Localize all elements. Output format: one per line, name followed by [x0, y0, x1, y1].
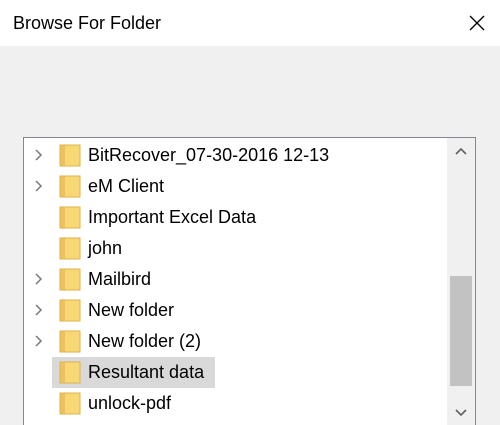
vertical-scrollbar[interactable]	[447, 138, 475, 425]
folder-icon	[59, 174, 81, 198]
folder-icon	[59, 391, 81, 415]
dialog-title: Browse For Folder	[13, 13, 162, 33]
tree-item[interactable]: New folder (2)	[24, 326, 448, 357]
folder-icon	[59, 143, 81, 167]
tree-item-label: New folder (2)	[88, 331, 202, 351]
tree-item-label: john	[88, 238, 123, 258]
folder-icon	[59, 360, 81, 384]
tree-item-label: Important Excel Data	[88, 207, 257, 227]
scroll-up-button[interactable]	[447, 138, 475, 164]
scroll-down-button[interactable]	[447, 400, 475, 425]
chevron-right-icon[interactable]	[32, 272, 46, 286]
close-icon	[469, 15, 485, 31]
folder-icon	[59, 236, 81, 260]
folder-tree-list: BitRecover_07-30-2016 12-13 eM Client Impo…	[24, 138, 448, 425]
tree-item[interactable]: Resultant data	[24, 357, 448, 388]
folder-tree-view[interactable]: BitRecover_07-30-2016 12-13 eM Client Impo…	[23, 137, 476, 425]
tree-item[interactable]: New folder	[24, 295, 448, 326]
title-bar: Browse For Folder	[0, 0, 500, 46]
tree-item-label: Mailbird	[88, 269, 152, 289]
tree-item[interactable]: Important Excel Data	[24, 202, 448, 233]
folder-icon	[59, 205, 81, 229]
folder-icon	[59, 267, 81, 291]
tree-item[interactable]: unlock-pdf	[24, 388, 448, 419]
chevron-up-icon	[455, 147, 467, 155]
tree-item-label: New folder	[88, 300, 175, 320]
tree-item[interactable]: eM Client	[24, 171, 448, 202]
tree-item-label: eM Client	[88, 176, 165, 196]
chevron-right-icon[interactable]	[32, 334, 46, 348]
tree-item-label: BitRecover_07-30-2016 12-13	[88, 145, 330, 165]
tree-item-label: Resultant data	[88, 362, 205, 382]
tree-item[interactable]: BitRecover_07-30-2016 12-13	[24, 140, 448, 171]
browse-for-folder-dialog: Browse For Folder BitRecover_07-30-2016 …	[0, 0, 500, 425]
chevron-down-icon	[455, 409, 467, 417]
folder-icon	[59, 298, 81, 322]
tree-item-label: unlock-pdf	[88, 393, 172, 413]
close-button[interactable]	[454, 0, 500, 46]
chevron-right-icon[interactable]	[32, 148, 46, 162]
chevron-right-icon[interactable]	[32, 303, 46, 317]
chevron-right-icon[interactable]	[32, 179, 46, 193]
scroll-thumb[interactable]	[450, 276, 472, 386]
tree-item[interactable]: Mailbird	[24, 264, 448, 295]
tree-item[interactable]: john	[24, 233, 448, 264]
folder-icon	[59, 329, 81, 353]
